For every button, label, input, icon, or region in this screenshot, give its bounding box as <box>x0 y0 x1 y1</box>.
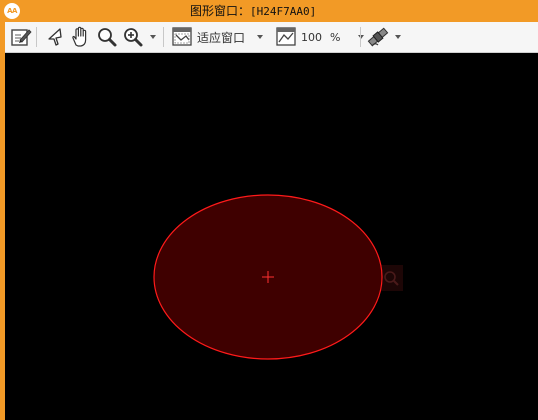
app-logo: AA <box>4 3 20 19</box>
zoom-in-icon <box>121 25 145 49</box>
satellite-dropdown[interactable] <box>366 25 401 49</box>
fit-window-label: 适应窗口 <box>197 30 246 45</box>
edit-tool-button[interactable] <box>9 25 33 49</box>
pan-tool-button[interactable] <box>69 25 93 49</box>
zoom-in-dropdown[interactable] <box>121 25 156 49</box>
satellite-icon <box>366 25 390 49</box>
toolbar-separator <box>163 27 164 47</box>
window-title-id: [H24F7AA0] <box>250 5 317 18</box>
zoom-level-icon <box>275 25 297 49</box>
toolbar-separator <box>360 27 361 47</box>
arrow-pointer-icon <box>45 25 67 49</box>
chevron-down-icon <box>395 35 401 39</box>
app-logo-text: AA <box>7 7 17 15</box>
select-tool-button[interactable] <box>45 25 67 49</box>
magnifier-icon <box>95 25 119 49</box>
window-title-prefix: 图形窗口： <box>190 4 251 18</box>
zoom-level-value: 100 <box>301 30 322 44</box>
fit-window-icon <box>171 25 193 49</box>
graphics-canvas[interactable] <box>5 53 538 420</box>
chevron-down-icon <box>150 35 156 39</box>
title-bar: AA 图形窗口：[H24F7AA0] <box>0 0 538 22</box>
hand-pan-icon <box>69 25 93 49</box>
zoom-tool-button[interactable] <box>95 25 119 49</box>
toolbar: 适应窗口 100 % <box>5 22 538 53</box>
fit-window-dropdown[interactable]: 适应窗口 <box>171 25 264 49</box>
window-title: 图形窗口：[H24F7AA0] <box>190 0 440 22</box>
chevron-down-icon <box>257 35 264 39</box>
edit-pencil-icon <box>9 25 33 49</box>
toolbar-separator <box>36 27 37 47</box>
zoom-level-unit: % <box>330 30 341 44</box>
zoom-level-dropdown[interactable]: 100 % <box>275 25 365 49</box>
